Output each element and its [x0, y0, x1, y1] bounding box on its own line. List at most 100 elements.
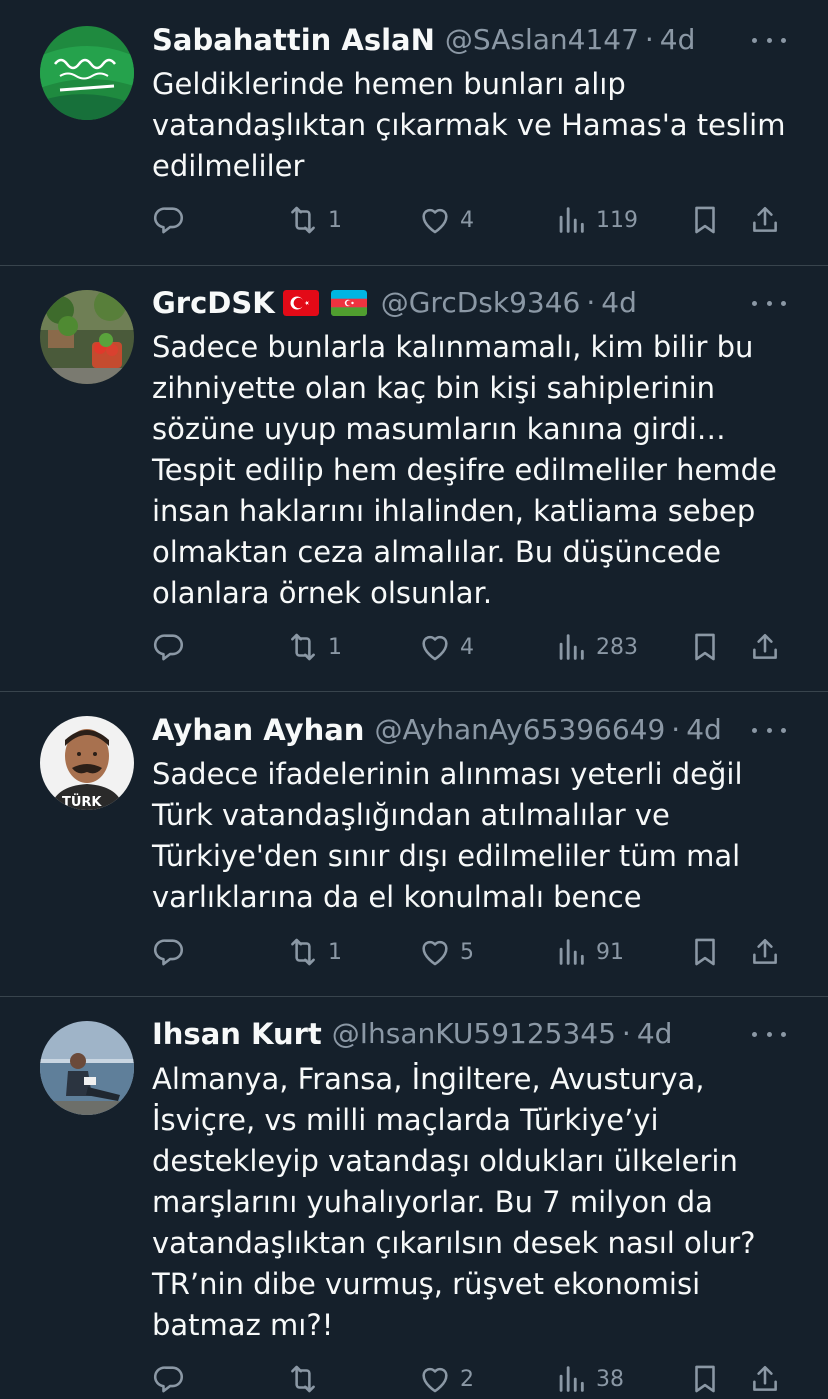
views-icon	[554, 935, 588, 969]
tweet-header: Ayhan Ayhan @AyhanAy65396649 · 4d	[152, 710, 758, 750]
retweet-icon	[286, 935, 320, 969]
retweet-icon	[286, 1362, 320, 1396]
separator-dot: ·	[644, 23, 654, 56]
timestamp[interactable]: 4d	[601, 283, 637, 323]
like-button[interactable]: 2	[418, 1359, 474, 1399]
share-button[interactable]	[748, 932, 782, 972]
action-bar: 1 4 119	[0, 200, 828, 240]
bookmark-button[interactable]	[688, 627, 722, 667]
display-name[interactable]: Ayhan Ayhan	[152, 710, 364, 750]
tweet-text: Sadece ifadelerinin alınması yeterli değ…	[152, 757, 743, 914]
turkey-flag-icon	[282, 290, 319, 316]
tweet-text: Sadece bunlarla kalınmamalı, kim bilir b…	[152, 330, 777, 610]
views-button[interactable]: 119	[554, 200, 638, 240]
avatar[interactable]	[40, 26, 134, 120]
display-name[interactable]: Sabahattin AslaN	[152, 20, 435, 60]
user-handle[interactable]: @IhsanKU59125345	[332, 1014, 616, 1054]
share-button[interactable]	[748, 1359, 782, 1399]
retweet-button[interactable]: 1	[286, 200, 342, 240]
bookmark-icon	[688, 630, 722, 664]
user-handle[interactable]: @AyhanAy65396649	[374, 710, 665, 750]
more-icon[interactable]	[752, 283, 786, 323]
tweet-header: Ihsan Kurt @IhsanKU59125345 · 4d	[152, 1014, 758, 1054]
share-icon	[748, 630, 782, 664]
tweet[interactable]: Sabahattin AslaN @SAslan4147 · 4d Geldik…	[0, 0, 828, 266]
like-count: 4	[460, 207, 474, 233]
reply-icon	[152, 630, 186, 664]
separator-dot: ·	[671, 713, 681, 746]
timestamp[interactable]: 4d	[686, 710, 722, 750]
action-bar: 1 5 91	[0, 932, 828, 972]
retweet-count: 1	[328, 207, 342, 233]
avatar[interactable]	[40, 290, 134, 384]
like-button[interactable]: 5	[418, 932, 474, 972]
avatar[interactable]	[40, 1021, 134, 1115]
like-button[interactable]: 4	[418, 200, 474, 240]
like-count: 5	[460, 939, 474, 965]
separator-dot: ·	[621, 1017, 631, 1050]
bookmark-icon	[688, 935, 722, 969]
like-icon	[418, 935, 452, 969]
bookmark-button[interactable]	[688, 1359, 722, 1399]
reply-button[interactable]	[152, 200, 194, 240]
display-name[interactable]: GrcDSK	[152, 283, 275, 323]
tweet-header: GrcDSK @GrcDsk9346 · 4d	[152, 283, 758, 323]
avatar[interactable]: TÜRK	[40, 716, 134, 810]
views-count: 119	[596, 207, 638, 233]
like-button[interactable]: 4	[418, 627, 474, 667]
retweet-button[interactable]: 1	[286, 627, 342, 667]
like-icon	[418, 1362, 452, 1396]
more-icon[interactable]	[752, 20, 786, 60]
like-count: 2	[460, 1366, 474, 1392]
action-bar: 1 4 283	[0, 627, 828, 667]
timestamp[interactable]: 4d	[660, 20, 696, 60]
share-icon	[748, 1362, 782, 1396]
tweet-header: Sabahattin AslaN @SAslan4147 · 4d	[152, 20, 758, 60]
reply-button[interactable]	[152, 932, 194, 972]
views-button[interactable]: 91	[554, 932, 624, 972]
tweet[interactable]: GrcDSK @GrcDsk9346 · 4d Sadece bunlarla …	[0, 266, 828, 692]
reply-icon	[152, 1362, 186, 1396]
share-button[interactable]	[748, 627, 782, 667]
views-icon	[554, 203, 588, 237]
bookmark-icon	[688, 1362, 722, 1396]
reply-icon	[152, 203, 186, 237]
action-bar: 2 38	[0, 1359, 828, 1399]
reply-button[interactable]	[152, 1359, 194, 1399]
tweet-text: Almanya, Fransa, İngiltere, Avusturya, İ…	[152, 1062, 756, 1342]
views-button[interactable]: 283	[554, 627, 638, 667]
bookmark-button[interactable]	[688, 932, 722, 972]
retweet-button[interactable]	[286, 1359, 328, 1399]
more-icon[interactable]	[752, 710, 786, 750]
tweet-text: Geldiklerinde hemen bunları alıp vatanda…	[152, 67, 786, 183]
separator-dot: ·	[586, 286, 596, 319]
reply-feed: Sabahattin AslaN @SAslan4147 · 4d Geldik…	[0, 0, 828, 1399]
azerbaijan-flag-icon	[330, 290, 367, 316]
reply-icon	[152, 935, 186, 969]
bookmark-icon	[688, 203, 722, 237]
more-icon[interactable]	[752, 1014, 786, 1054]
retweet-count: 1	[328, 939, 342, 965]
tweet[interactable]: Ihsan Kurt @IhsanKU59125345 · 4d Almanya…	[0, 997, 828, 1399]
share-button[interactable]	[748, 200, 782, 240]
bookmark-button[interactable]	[688, 200, 722, 240]
views-count: 283	[596, 634, 638, 660]
timestamp[interactable]: 4d	[637, 1014, 673, 1054]
views-button[interactable]: 38	[554, 1359, 624, 1399]
retweet-icon	[286, 203, 320, 237]
views-icon	[554, 630, 588, 664]
share-icon	[748, 935, 782, 969]
views-count: 91	[596, 939, 624, 965]
views-count: 38	[596, 1366, 624, 1392]
display-name[interactable]: Ihsan Kurt	[152, 1014, 322, 1054]
like-icon	[418, 630, 452, 664]
user-handle[interactable]: @GrcDsk9346	[381, 283, 581, 323]
like-count: 4	[460, 634, 474, 660]
retweet-button[interactable]: 1	[286, 932, 342, 972]
user-handle[interactable]: @SAslan4147	[445, 20, 639, 60]
reply-button[interactable]	[152, 627, 194, 667]
views-icon	[554, 1362, 588, 1396]
tweet[interactable]: TÜRK Ayhan Ayhan @AyhanAy65396649 · 4d S…	[0, 692, 828, 997]
retweet-count: 1	[328, 634, 342, 660]
avatar-text: TÜRK	[62, 794, 102, 810]
